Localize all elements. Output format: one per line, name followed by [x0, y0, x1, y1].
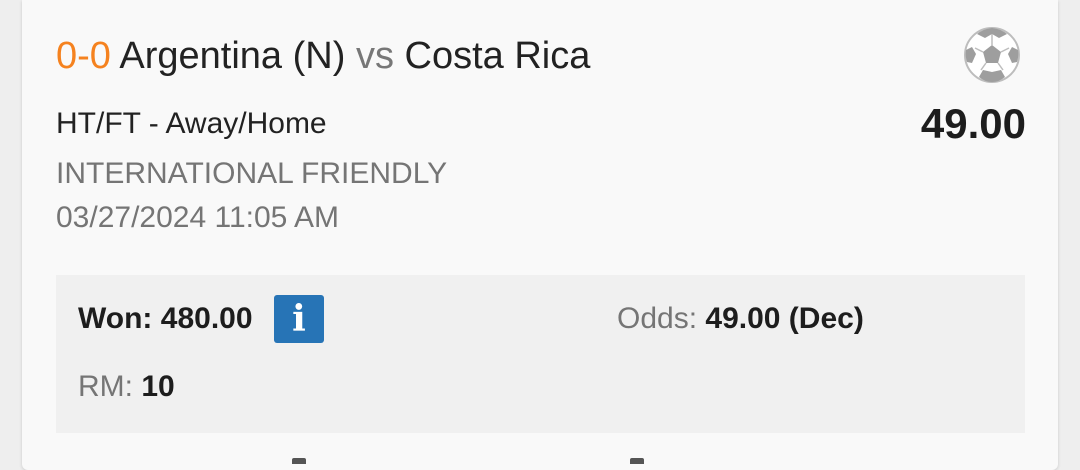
- bet-card[interactable]: 0-0 Argentina (N) vs Costa Rica HT/FT - …: [22, 0, 1058, 470]
- next-row-fragment: [630, 458, 644, 464]
- match-title: 0-0 Argentina (N) vs Costa Rica: [56, 34, 590, 78]
- bet-market: HT/FT - Away/Home: [56, 107, 327, 140]
- odds-value: 49.00 (Dec): [705, 302, 864, 335]
- vs-separator: vs: [355, 35, 394, 77]
- won-value: 480.00: [160, 302, 253, 335]
- league-name: INTERNATIONAL FRIENDLY: [56, 157, 448, 190]
- bet-price: 49.00: [920, 100, 1026, 147]
- away-team: Costa Rica: [404, 35, 591, 77]
- won-label: Won:: [78, 302, 153, 335]
- home-team: Argentina (N): [119, 35, 346, 77]
- info-icon[interactable]: i: [274, 295, 324, 343]
- match-score: 0-0: [56, 35, 111, 77]
- won-amount: Won: 480.00: [78, 301, 253, 337]
- next-row-fragment: [292, 458, 306, 464]
- odds-info: Odds: 49.00 (Dec): [617, 301, 864, 337]
- rm-label: RM:: [78, 370, 133, 403]
- match-datetime: 03/27/2024 11:05 AM: [56, 201, 340, 234]
- soccer-ball-icon: [964, 27, 1020, 83]
- bet-details-panel: Won: 480.00 i Odds: 49.00 (Dec) RM: 10: [56, 275, 1025, 433]
- odds-label: Odds:: [617, 302, 698, 335]
- rm-value: 10: [141, 370, 175, 403]
- rm-info: RM: 10: [78, 369, 175, 405]
